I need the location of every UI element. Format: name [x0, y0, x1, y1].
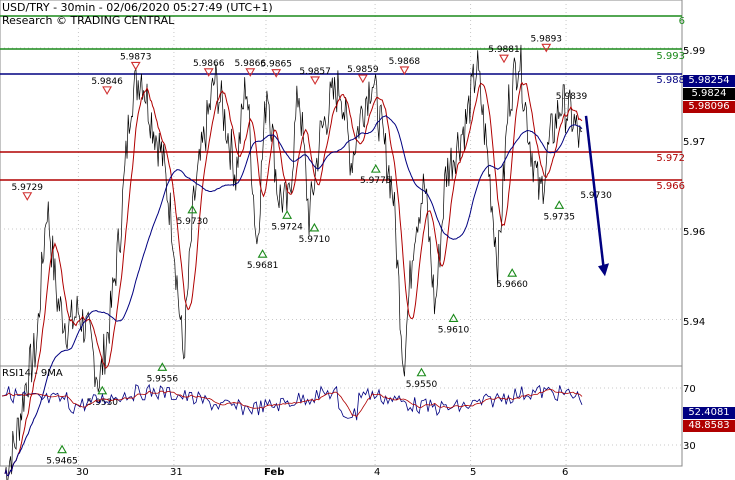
- rsi-tick-label: 70: [683, 384, 696, 395]
- level-label: 5.993: [656, 51, 685, 62]
- y-tick-label: 5.97: [683, 137, 706, 148]
- high-label: 5.9729: [12, 183, 44, 193]
- low-label: 5.9710: [299, 235, 331, 245]
- x-tick-label: 4: [374, 467, 381, 478]
- low-label: 5.9775: [360, 176, 392, 186]
- high-label: 5.9865: [260, 60, 292, 70]
- rsi-tick-label: 30: [683, 441, 696, 452]
- high-label: 5.9866: [193, 59, 225, 69]
- high-label: 5.9859: [347, 65, 379, 75]
- y-tick-label: 5.96: [683, 227, 706, 238]
- last-close-badge: 5.9824: [683, 88, 735, 100]
- chart-title: USD/TRY - 30min - 02/06/2020 05:27:49 (U…: [2, 1, 273, 14]
- low-label: 5.9465: [46, 457, 78, 467]
- x-tick-label: 31: [170, 467, 183, 478]
- low-label: 5.9556: [147, 374, 179, 384]
- x-tick-label: 5: [470, 467, 477, 478]
- price-label: 5.9839: [556, 92, 588, 102]
- high-label: 5.9857: [299, 67, 331, 77]
- high-label: 5.9893: [531, 34, 563, 44]
- price-pane-frame: [0, 0, 683, 367]
- high-label: 5.9868: [389, 57, 421, 67]
- level-label: 6: [678, 16, 685, 27]
- y-tick-label: 5.94: [683, 317, 706, 328]
- high-label: 5.9881: [488, 45, 520, 55]
- low-label: 5.9550: [406, 380, 438, 390]
- rsi-value-badge: 52.4081: [683, 407, 735, 419]
- price-chart: 5.97295.94655.98465.95305.98735.95565.97…: [0, 0, 683, 480]
- x-tick-label: Feb: [264, 467, 285, 478]
- rsi-title: RSI14 - 9MA: [2, 368, 63, 379]
- chart-window: 5.9729 5.9465 5.9846 5.9530 5.9873 5.9556 5.97…: [0, 0, 735, 480]
- level-label: 5.966: [656, 181, 685, 192]
- rsi-pane-frame: [0, 365, 683, 467]
- level-label: 5.972: [656, 153, 685, 164]
- high-label: 5.9846: [91, 77, 123, 87]
- low-label: 5.9660: [496, 280, 528, 290]
- low-label: 5.9735: [543, 212, 575, 222]
- x-tick-label: 30: [76, 467, 89, 478]
- low-label: 5.9730: [177, 217, 209, 227]
- last-price-badge: 5.98254: [683, 75, 735, 87]
- y-tick-label: 5.99: [683, 46, 706, 57]
- chart-subtitle: Research © TRADING CENTRAL: [2, 14, 175, 27]
- level-label: 5.988: [656, 75, 685, 86]
- low-label: 5.9724: [271, 222, 303, 232]
- high-label: 5.9873: [120, 52, 152, 62]
- ma-value-badge: 5.98096: [683, 101, 735, 113]
- rsi-ma-badge: 48.8583: [683, 420, 735, 432]
- x-tick-label: 6: [562, 467, 569, 478]
- low-label: 5.9681: [247, 261, 279, 271]
- low-label: 5.9610: [438, 325, 470, 335]
